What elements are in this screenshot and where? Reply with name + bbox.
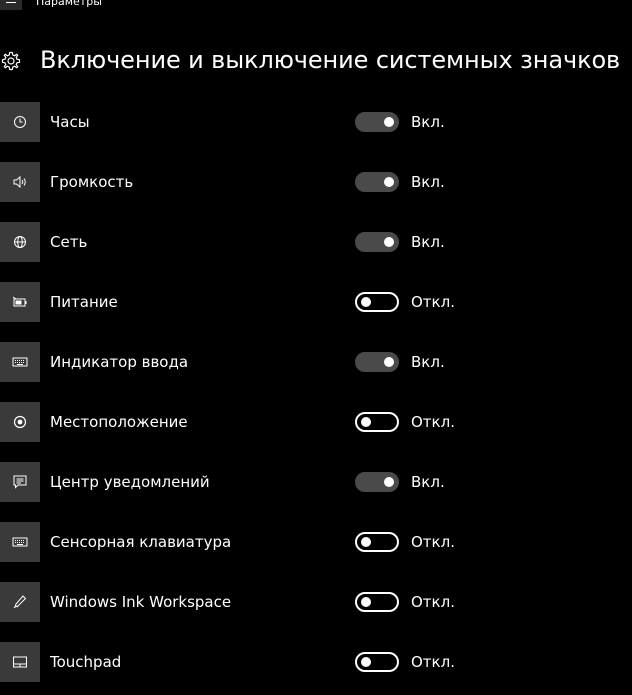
row-label: Сенсорная клавиатура (50, 533, 232, 551)
toggle-switch[interactable] (355, 172, 399, 192)
toggle-knob (384, 477, 394, 487)
row-label: Часы (50, 113, 90, 131)
row-label: Touchpad (50, 653, 122, 671)
toggle-state-label: Вкл. (411, 233, 445, 251)
system-icons-list: Часы Вкл. Громкость Вкл. Сеть Вкл. Питание Откл… (0, 102, 632, 695)
toggle-knob (361, 597, 371, 607)
toggle-switch[interactable] (355, 652, 399, 672)
battery-icon (0, 282, 40, 322)
row-label: Центр уведомлений (50, 473, 210, 491)
gear-icon (1, 51, 21, 71)
page-title: Включение и выключение системных значков (40, 46, 621, 74)
clock-icon (0, 102, 40, 142)
toggle-switch[interactable] (355, 112, 399, 132)
toggle-state-label: Откл. (411, 533, 455, 551)
keyboard-icon (0, 522, 40, 562)
location-icon (0, 402, 40, 442)
settings-row: Громкость Вкл. (0, 162, 632, 222)
toggle-switch[interactable] (355, 352, 399, 372)
settings-row: Питание Откл. (0, 282, 632, 342)
row-label: Индикатор ввода (50, 353, 189, 371)
settings-row: Сенсорная клавиатура Откл. (0, 522, 632, 582)
back-button[interactable] (0, 0, 22, 10)
settings-row: Индикатор ввода Вкл. (0, 342, 632, 402)
toggle-knob (361, 657, 371, 667)
row-label: Сеть (50, 233, 88, 251)
toggle-knob (361, 297, 371, 307)
toggle-state-label: Откл. (411, 413, 455, 431)
globe-icon (0, 222, 40, 262)
toggle-state-label: Вкл. (411, 353, 445, 371)
pen-icon (0, 582, 40, 622)
row-label: Питание (50, 293, 118, 311)
window-title: Параметры (36, 0, 102, 8)
toggle-knob (361, 537, 371, 547)
settings-page: Параметры Включение и выключение системн… (0, 0, 632, 695)
settings-row: Touchpad Откл. (0, 642, 632, 695)
toggle-knob (384, 357, 394, 367)
toggle-switch[interactable] (355, 472, 399, 492)
row-label: Местоположение (50, 413, 188, 431)
page-header: Включение и выключение системных значков (0, 40, 632, 80)
volume-icon (0, 162, 40, 202)
toggle-switch[interactable] (355, 232, 399, 252)
back-arrow-icon (6, 2, 16, 3)
toggle-knob (384, 177, 394, 187)
toggle-state-label: Вкл. (411, 473, 445, 491)
notification-icon (0, 462, 40, 502)
settings-row: Windows Ink Workspace Откл. (0, 582, 632, 642)
settings-row: Центр уведомлений Вкл. (0, 462, 632, 522)
toggle-state-label: Вкл. (411, 173, 445, 191)
toggle-knob (384, 237, 394, 247)
toggle-state-label: Вкл. (411, 113, 445, 131)
toggle-knob (361, 417, 371, 427)
settings-row: Местоположение Откл. (0, 402, 632, 462)
toggle-state-label: Откл. (411, 653, 455, 671)
toggle-state-label: Откл. (411, 593, 455, 611)
row-label: Windows Ink Workspace (50, 593, 232, 611)
toggle-state-label: Откл. (411, 293, 455, 311)
keyboard-icon (0, 342, 40, 382)
toggle-switch[interactable] (355, 532, 399, 552)
toggle-switch[interactable] (355, 412, 399, 432)
toggle-switch[interactable] (355, 292, 399, 312)
touchpad-icon (0, 642, 40, 682)
settings-row: Сеть Вкл. (0, 222, 632, 282)
toggle-knob (384, 117, 394, 127)
settings-row: Часы Вкл. (0, 102, 632, 162)
toggle-switch[interactable] (355, 592, 399, 612)
row-label: Громкость (50, 173, 134, 191)
